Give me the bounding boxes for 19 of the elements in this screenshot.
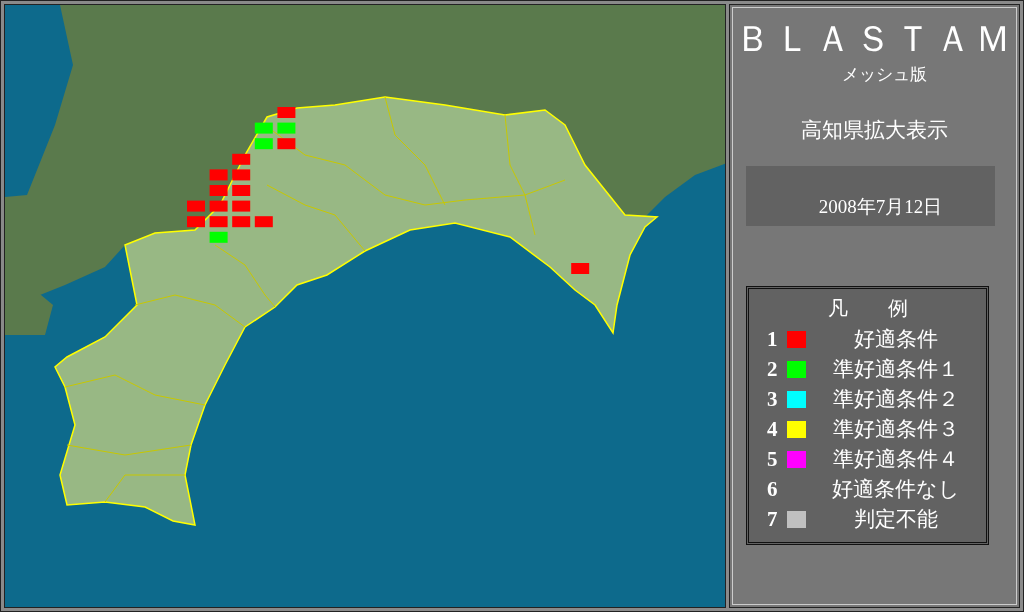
legend-number: 7 xyxy=(767,506,779,532)
app-title: ＢＬＡＳＴＡＭ xyxy=(734,19,1015,59)
date-label: 2008年7月12日 xyxy=(818,195,943,219)
legend-label: 準好適条件３ xyxy=(832,416,960,443)
legend-label: 準好適条件４ xyxy=(832,446,960,473)
legend-label: 好適条件 xyxy=(853,326,939,353)
legend-label: 好適条件なし xyxy=(831,476,961,503)
app-subtitle: メッシュ版 xyxy=(842,64,927,86)
legend-label: 準好適条件２ xyxy=(832,386,960,413)
legend-number: 5 xyxy=(767,446,779,472)
legend-number: 4 xyxy=(767,416,779,442)
legend-number: 2 xyxy=(767,356,779,382)
legend-label: 判定不能 xyxy=(853,506,939,533)
legend-number: 3 xyxy=(767,386,779,412)
legend-title: 凡 例 xyxy=(826,296,909,321)
legend-number: 6 xyxy=(767,476,779,502)
region-label: 高知県拡大表示 xyxy=(801,117,948,144)
legend-label: 準好適条件１ xyxy=(832,356,960,383)
legend-number: 1 xyxy=(767,326,779,352)
